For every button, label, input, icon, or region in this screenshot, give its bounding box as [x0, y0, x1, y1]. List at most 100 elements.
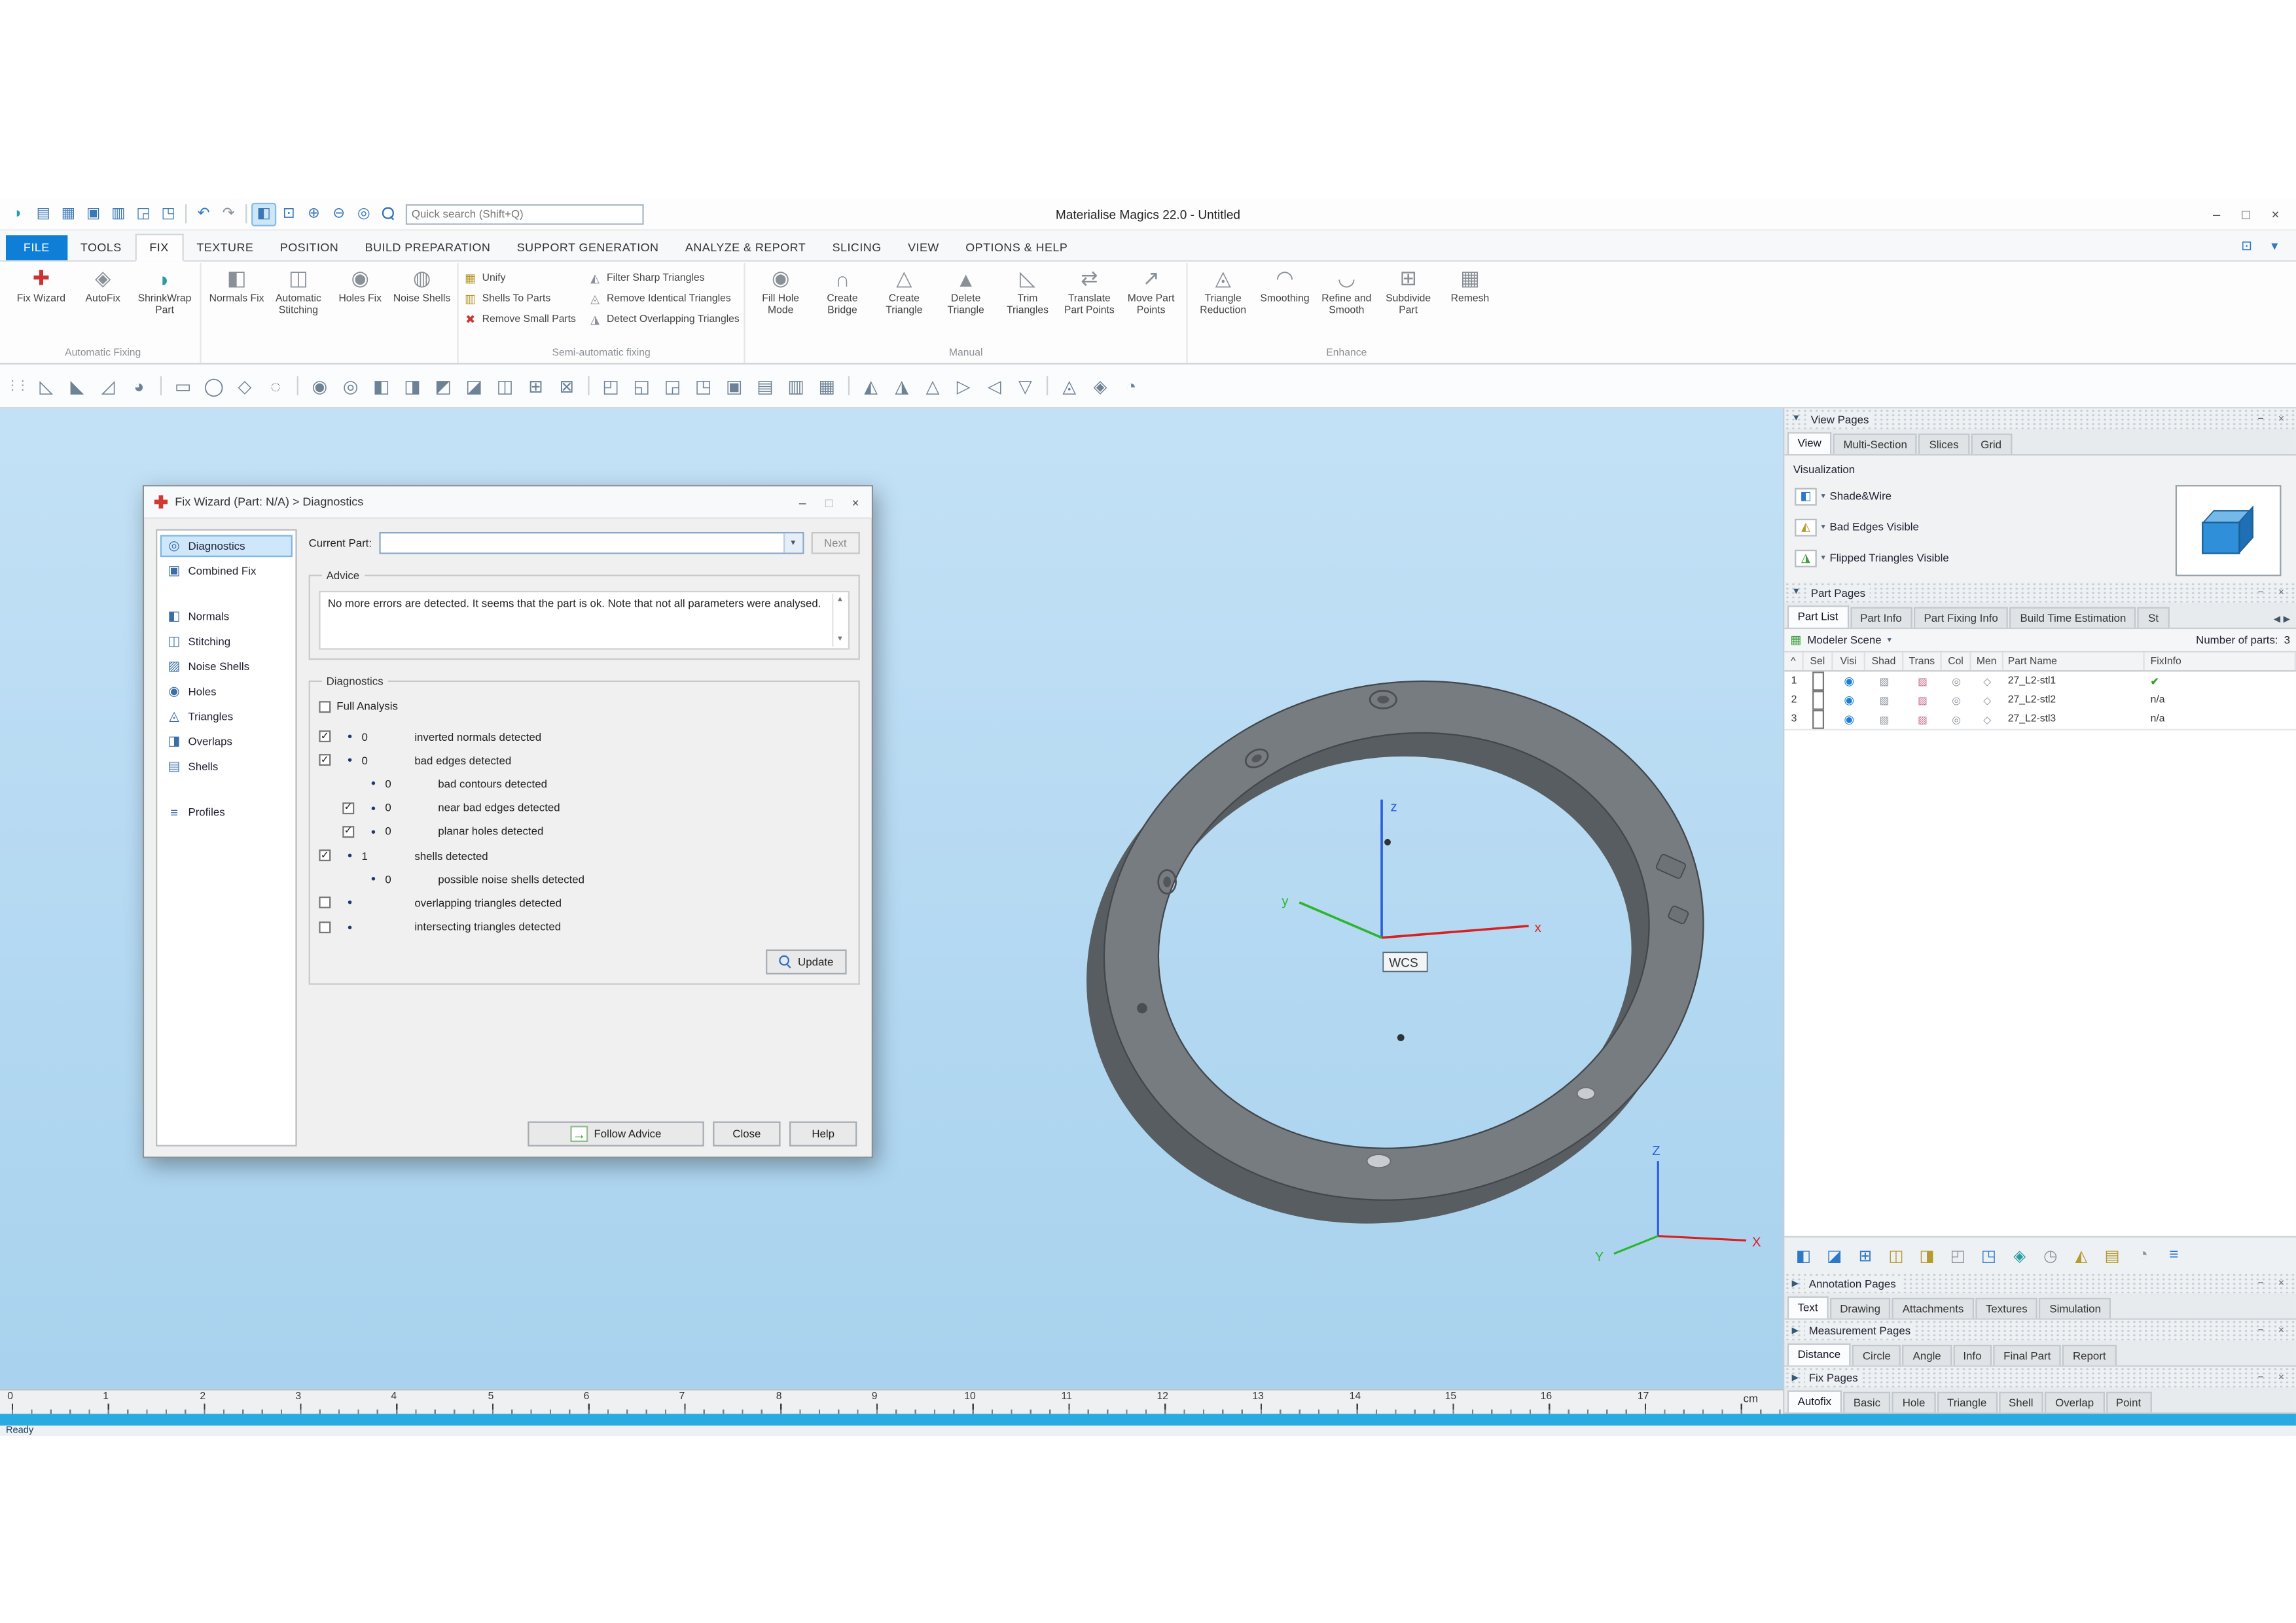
pin-icon[interactable]: − — [2253, 1325, 2268, 1336]
select-polygon-icon[interactable]: ◇ — [231, 372, 259, 400]
wireframe-view-icon[interactable]: ▤ — [751, 372, 780, 400]
column-col[interactable]: Col — [1942, 652, 1971, 671]
close-icon[interactable]: × — [2274, 1278, 2288, 1289]
triangle-right-icon[interactable]: ▷ — [950, 372, 978, 400]
save-project-icon[interactable]: ▣ — [81, 202, 106, 226]
tab-part-list[interactable]: Part List — [1787, 605, 1849, 628]
shells-to-parts-button[interactable]: ▥ Shells To Parts — [463, 291, 575, 308]
triangle-up-icon[interactable]: △ — [919, 372, 947, 400]
grid-add-icon[interactable]: ⊞ — [522, 372, 550, 400]
create-bridge-button[interactable]: ∩ Create Bridge — [812, 263, 873, 317]
sidebar-item-diagnostics[interactable]: ◎ Diagnostics — [160, 535, 293, 558]
subdivide-part-button[interactable]: ⊞ Subdivide Part — [1377, 263, 1439, 317]
part-name[interactable]: 27_L2-stl3 — [2003, 710, 2145, 729]
part-name[interactable]: 27_L2-stl1 — [2003, 671, 2145, 690]
tab-multi-section[interactable]: Multi-Section — [1833, 433, 1918, 454]
close-icon[interactable]: × — [2274, 1372, 2288, 1382]
tab-triangle[interactable]: Triangle — [1937, 1391, 1998, 1413]
tab-overlap[interactable]: Overlap — [2045, 1391, 2104, 1413]
tab-structures[interactable]: St — [2138, 607, 2169, 628]
tab-textures[interactable]: Textures — [1975, 1298, 2038, 1319]
shading-icon[interactable]: ▧ — [1865, 671, 1903, 690]
tab-drawing[interactable]: Drawing — [1829, 1298, 1891, 1319]
update-button[interactable]: Update — [765, 949, 847, 974]
tab-part-fixing-info[interactable]: Part Fixing Info — [1913, 607, 2009, 628]
search-box[interactable] — [405, 204, 644, 224]
tab-fix[interactable]: FIX — [134, 234, 184, 262]
tab-basic[interactable]: Basic — [1843, 1391, 1891, 1413]
pin-icon[interactable]: − — [2253, 1372, 2268, 1382]
holes-fix-button[interactable]: ◉ Holes Fix — [329, 263, 391, 306]
dialog-maximize-button[interactable]: □ — [816, 490, 842, 514]
import-part-icon[interactable]: ◲ — [131, 202, 156, 226]
pin-icon[interactable]: − — [2253, 1278, 2268, 1289]
translate-part-points-button[interactable]: ⇄ Translate Part Points — [1058, 263, 1120, 317]
tab-circle[interactable]: Circle — [1852, 1344, 1901, 1366]
sidebar-item-profiles[interactable]: ≡ Profiles — [160, 801, 293, 823]
chevron-down-icon[interactable]: ▾ — [1821, 522, 1825, 531]
sort-indicator[interactable]: ^ — [1784, 652, 1804, 671]
select-rectangle-icon[interactable]: ▭ — [169, 372, 197, 400]
tab-view[interactable]: VIEW — [895, 235, 952, 260]
tab-hole[interactable]: Hole — [1892, 1391, 1936, 1413]
tab-distance[interactable]: Distance — [1787, 1343, 1851, 1366]
dialog-titlebar[interactable]: Fix Wizard (Part: N/A) > Diagnostics – □… — [144, 486, 872, 519]
sidebar-item-normals[interactable]: ◧ Normals — [160, 605, 293, 628]
view-iso4-icon[interactable]: ◳ — [689, 372, 717, 400]
mark-shell-icon[interactable]: ◕ — [125, 372, 153, 400]
chevron-down-icon[interactable]: ▾ — [783, 533, 802, 553]
column-men[interactable]: Men — [1971, 652, 2004, 671]
table-row[interactable]: 3 ◉ ▧ ▨ ◎ ◇ 27_L2-stl3 n/a — [1784, 709, 2296, 729]
tab-position[interactable]: POSITION — [267, 235, 352, 260]
gear-tool-icon[interactable]: ◉ — [306, 372, 334, 400]
scroll-down-icon[interactable]: ▼ — [836, 635, 844, 645]
tab-simulation[interactable]: Simulation — [2039, 1298, 2111, 1319]
cube-right-icon[interactable]: ◨ — [399, 372, 427, 400]
visibility-eye-icon[interactable]: ◉ — [1833, 710, 1865, 729]
close-icon[interactable]: × — [2274, 414, 2288, 424]
toolbar-drag-handle[interactable]: ⋮⋮ — [6, 378, 29, 394]
dialog-close-button[interactable]: × — [842, 490, 869, 514]
column-sel[interactable]: Sel — [1804, 652, 1833, 671]
delete-triangle-button[interactable]: ▲ Delete Triangle — [935, 263, 997, 317]
remove-small-parts-button[interactable]: ✖ Remove Small Parts — [463, 312, 576, 328]
open-project-icon[interactable]: ▦ — [56, 202, 81, 226]
color-icon[interactable]: ◎ — [1942, 710, 1971, 729]
part-list-icon[interactable]: ▤ — [2099, 1242, 2125, 1268]
merge-parts-icon[interactable]: ◫ — [1883, 1242, 1909, 1268]
remesh-button[interactable]: ▦ Remesh — [1439, 263, 1501, 306]
collapse-triangle-icon[interactable]: ▼ — [1792, 588, 1801, 596]
select-checkbox[interactable] — [1812, 709, 1825, 729]
tab-options-help[interactable]: OPTIONS & HELP — [952, 235, 1081, 260]
sidebar-item-stitching[interactable]: ◫ Stitching — [160, 630, 293, 652]
tab-point[interactable]: Point — [2106, 1391, 2151, 1413]
diagnostic-checkbox[interactable]: ✓ — [342, 825, 355, 838]
fill-hole-mode-button[interactable]: ◉ Fill Hole Mode — [750, 263, 812, 317]
tab-build-preparation[interactable]: BUILD PREPARATION — [351, 235, 503, 260]
filter-sharp-triangles-button[interactable]: ◭ Filter Sharp Triangles — [588, 270, 740, 287]
move-part-points-button[interactable]: ↗ Move Part Points — [1120, 263, 1181, 317]
measure-a-icon[interactable]: ◭ — [857, 372, 885, 400]
part-pages-header[interactable]: ▼ Part Pages − × — [1784, 582, 2296, 603]
diagnostic-checkbox[interactable] — [319, 921, 331, 933]
cube-top-icon[interactable]: ◩ — [429, 372, 457, 400]
detect-overlapping-triangles-button[interactable]: ◮ Detect Overlapping Triangles — [588, 312, 740, 328]
visibility-eye-icon[interactable]: ◉ — [1833, 671, 1865, 690]
measure-b-icon[interactable]: ◮ — [888, 372, 916, 400]
rotate-part-icon[interactable]: ◷ — [2037, 1242, 2064, 1268]
view-iso1-icon[interactable]: ◰ — [597, 372, 625, 400]
triangle-down-icon[interactable]: ▽ — [1011, 372, 1039, 400]
reduce-icon[interactable]: ◬ — [1055, 372, 1083, 400]
sidebar-item-shells[interactable]: ▤ Shells — [160, 755, 293, 777]
select-checkbox[interactable] — [1812, 671, 1825, 691]
visualization-preview[interactable] — [2175, 485, 2282, 577]
diagnostic-checkbox[interactable] — [319, 897, 331, 909]
maximize-button[interactable]: □ — [2231, 202, 2261, 226]
table-row[interactable]: 2 ◉ ▧ ▨ ◎ ◇ 27_L2-stl2 n/a — [1784, 690, 2296, 710]
shading-icon[interactable]: ▧ — [1865, 710, 1903, 729]
zoom-out-icon[interactable]: ⊖ — [327, 202, 351, 226]
search-input[interactable] — [411, 207, 638, 221]
view-pages-header[interactable]: ▼ View Pages − × — [1784, 408, 2296, 429]
transparency-icon[interactable]: ▨ — [1903, 671, 1941, 690]
tab-final-part[interactable]: Final Part — [1993, 1344, 2061, 1366]
